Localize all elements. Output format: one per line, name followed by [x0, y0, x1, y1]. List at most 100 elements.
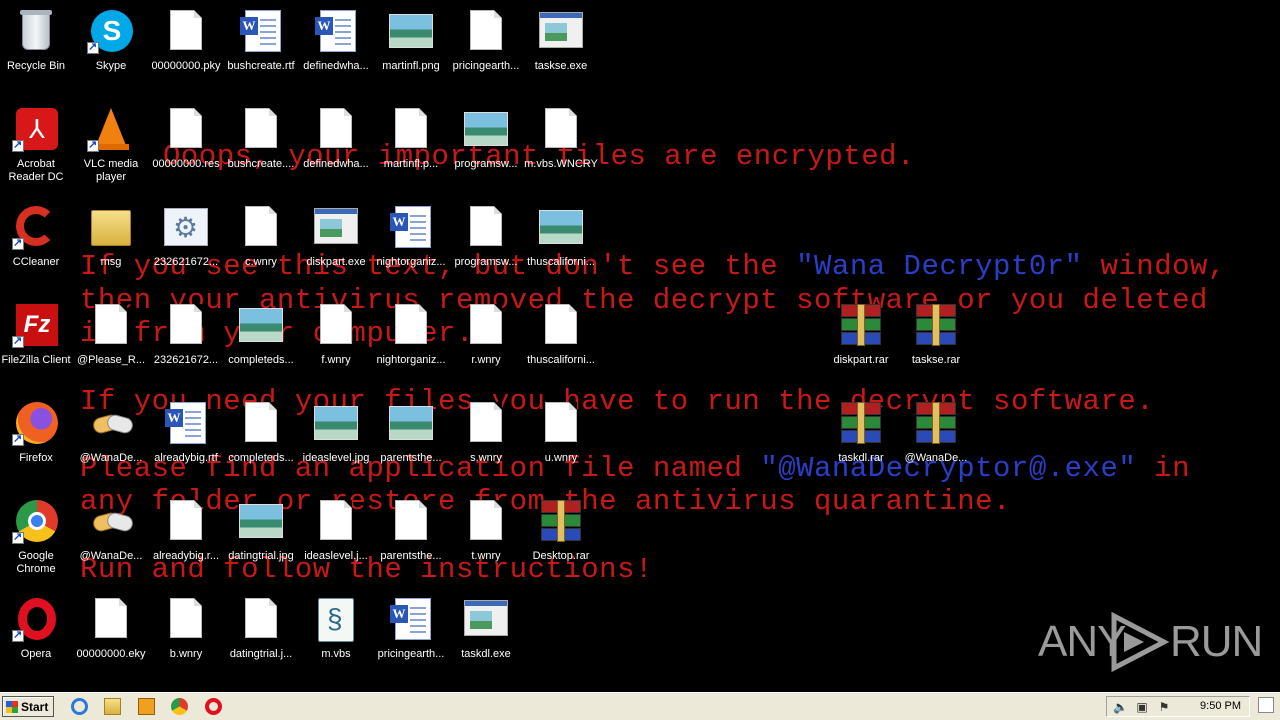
desktop-icon[interactable]: taskdl.rar	[823, 400, 899, 465]
media-player-icon[interactable]	[138, 698, 155, 715]
desktop-icon[interactable]: @Please_R...	[73, 302, 149, 367]
desktop-icon[interactable]: datingtrial.jpg	[223, 498, 299, 563]
desktop-icon[interactable]: Google Chrome	[0, 498, 74, 576]
desktop-icon[interactable]: thuscaliforni...	[523, 204, 599, 269]
desktop-icon-label: ideaslevel.j...	[304, 550, 368, 562]
desktop-icon[interactable]: @WanaDe...	[73, 498, 149, 563]
desktop-icon[interactable]: parentsthe...	[373, 498, 449, 563]
desktop-icon[interactable]: ⅄ Acrobat Reader DC	[0, 106, 74, 184]
desktop-icon[interactable]: martinfl.png	[373, 8, 449, 73]
desktop-icon[interactable]: @WanaDe...	[898, 400, 974, 465]
desktop-icon[interactable]: b.wnry	[148, 596, 224, 661]
desktop-icon-label: parentsthe...	[380, 550, 442, 562]
desktop-icon[interactable]: msg	[73, 204, 149, 269]
gears-icon	[162, 204, 210, 252]
desktop-icon[interactable]: alreadybig.r...	[148, 498, 224, 563]
desktop-icon-label: parentsthe...	[380, 452, 442, 464]
desktop-icon[interactable]: Opera	[0, 596, 74, 661]
desktop-icon[interactable]: S Skype	[73, 8, 149, 73]
desktop-icon[interactable]: completeds...	[223, 400, 299, 465]
desktop-icon-label: 00000000.eky	[76, 648, 146, 660]
start-button[interactable]: Start	[2, 696, 54, 717]
desktop-icon[interactable]: u.wnry	[523, 400, 599, 465]
ie-icon[interactable]	[71, 698, 88, 715]
file-icon	[162, 106, 210, 154]
desktop-icon-label: c.wnry	[245, 256, 277, 268]
desktop-icon-label: t.wnry	[471, 550, 501, 562]
desktop-icon[interactable]: nightorganiz...	[373, 302, 449, 367]
desktop-icon[interactable]: taskse.exe	[523, 8, 599, 73]
desktop-icon[interactable]: Walreadybig.rtf	[148, 400, 224, 465]
desktop-icon[interactable]: diskpart.rar	[823, 302, 899, 367]
desktop-icon[interactable]: m.vbs	[298, 596, 374, 661]
desktop-icon[interactable]: completeds...	[223, 302, 299, 367]
chrome-icon[interactable]	[171, 698, 188, 715]
desktop-icon-label: nightorganiz...	[376, 256, 446, 268]
desktop-icon[interactable]: @WanaDe...	[73, 400, 149, 465]
desktop-icon[interactable]: ideaslevel.j...	[298, 498, 374, 563]
exe-icon	[462, 596, 510, 644]
desktop-icon[interactable]: Wdefinedwha...	[298, 8, 374, 73]
desktop-icon[interactable]: Wpricingearth...	[373, 596, 449, 661]
file-icon	[237, 204, 285, 252]
desktop-icon[interactable]: datingtrial.j...	[223, 596, 299, 661]
desktop-icon[interactable]: m.vbs.WNCRY	[523, 106, 599, 171]
network-icon[interactable]: ▣	[1135, 700, 1149, 714]
desktop-icon[interactable]: taskdl.exe	[448, 596, 524, 661]
desktop-icon-label: Opera	[20, 648, 52, 660]
volume-icon[interactable]: 🔈	[1113, 700, 1128, 714]
desktop-icon-label: f.wnry	[321, 354, 351, 366]
show-desktop-button[interactable]	[1258, 697, 1274, 713]
script-icon	[312, 596, 360, 644]
desktop-icon[interactable]: diskpart.exe	[298, 204, 374, 269]
desktop-icon[interactable]: 232621672...	[148, 204, 224, 269]
desktop-icon[interactable]: thuscaliforni...	[523, 302, 599, 367]
desktop-icon[interactable]: Firefox	[0, 400, 74, 465]
desktop-icon[interactable]: 232621672...	[148, 302, 224, 367]
desktop-icon[interactable]: pricingearth...	[448, 8, 524, 73]
desktop-icon[interactable]: 00000000.eky	[73, 596, 149, 661]
desktop-icon[interactable]: t.wnry	[448, 498, 524, 563]
desktop-icon-label: programsw...	[454, 158, 518, 170]
desktop-icon-label: msg	[100, 256, 122, 268]
desktop-icon[interactable]: Fz FileZilla Client	[0, 302, 74, 367]
desktop-icon[interactable]: bushcreate....	[223, 106, 299, 171]
desktop-icon[interactable]: f.wnry	[298, 302, 374, 367]
desktop-icon-label: martinfl.png	[382, 60, 440, 72]
flag-icon[interactable]: ⚑	[1157, 700, 1171, 714]
desktop-icon[interactable]: programsw...	[448, 106, 524, 171]
desktop-icon[interactable]: 00000000.pky	[148, 8, 224, 73]
desktop-icon[interactable]: c.wnry	[223, 204, 299, 269]
desktop[interactable]: Ooops, your important files are encrypte…	[0, 0, 1280, 692]
opera-icon[interactable]	[205, 698, 222, 715]
desktop-icon[interactable]: ideaslevel.jpg	[298, 400, 374, 465]
desktop-icon[interactable]: s.wnry	[448, 400, 524, 465]
desktop-icon-label: alreadybig.r...	[152, 550, 220, 562]
clock[interactable]: 9:50 PM	[1200, 700, 1241, 712]
file-icon	[462, 400, 510, 448]
desktop-icon-label: VLC media player	[83, 158, 139, 183]
desktop-icon[interactable]: definedwha...	[298, 106, 374, 171]
desktop-icon[interactable]: parentsthe...	[373, 400, 449, 465]
desktop-icon[interactable]: martinfl.p...	[373, 106, 449, 171]
desktop-icon[interactable]: programsw...	[448, 204, 524, 269]
skype-icon: S	[87, 8, 135, 56]
exe-icon	[537, 8, 585, 56]
file-icon	[537, 106, 585, 154]
desktop-icon[interactable]: r.wnry	[448, 302, 524, 367]
desktop-icon[interactable]: Wnightorganiz...	[373, 204, 449, 269]
desktop-icon[interactable]: Recycle Bin	[0, 8, 74, 73]
ccleaner-icon	[12, 204, 60, 252]
desktop-icon-label: r.wnry	[471, 354, 501, 366]
rar-icon	[912, 400, 960, 448]
desktop-icon-label: m.vbs.WNCRY	[524, 158, 598, 170]
desktop-icon[interactable]: 00000000.res	[148, 106, 224, 171]
desktop-icon[interactable]: taskse.rar	[898, 302, 974, 367]
desktop-icon[interactable]: VLC media player	[73, 106, 149, 184]
desktop-icon-label: taskse.rar	[911, 354, 961, 366]
desktop-icon[interactable]: Desktop.rar	[523, 498, 599, 563]
desktop-icon[interactable]: CCleaner	[0, 204, 74, 269]
explorer-icon[interactable]	[104, 698, 121, 715]
desktop-icon[interactable]: Wbushcreate.rtf	[223, 8, 299, 73]
word-doc-icon: W	[237, 8, 285, 56]
